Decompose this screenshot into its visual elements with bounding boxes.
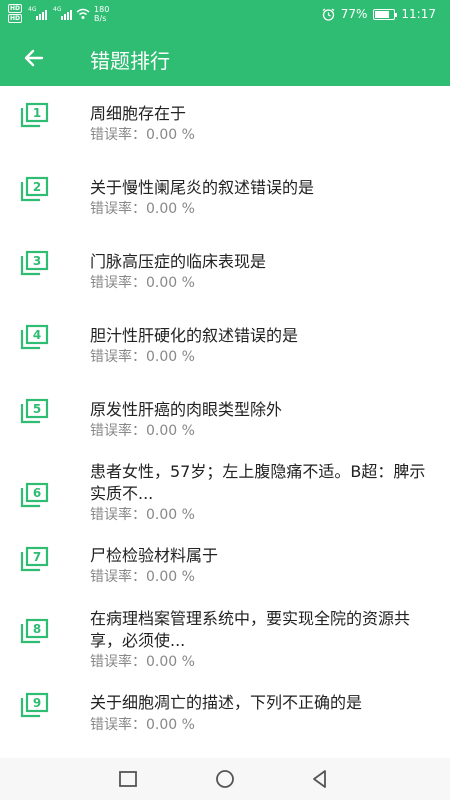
question-title: 胆汁性肝硬化的叙述错误的是 <box>90 326 299 345</box>
list-item[interactable]: 9 关于细胞凋亡的描述，下列不正确的是 错误率：0.00 % <box>0 686 450 746</box>
error-rate: 错误率：0.00 % <box>90 275 195 291</box>
network-type-2: 4G <box>53 5 62 13</box>
error-rate: 错误率：0.00 % <box>90 201 195 217</box>
number-badge-icon: 2 <box>20 176 49 202</box>
question-title: 尸检检验材料属于 <box>90 546 219 565</box>
signal-icon-2: 4G <box>53 6 73 20</box>
speed-unit: B/s <box>94 13 107 23</box>
list-item[interactable]: 3 门脉高压症的临床表现是 错误率：0.00 % <box>0 234 450 308</box>
clock: 11:17 <box>401 7 436 21</box>
item-number: 8 <box>33 622 41 636</box>
number-badge-icon: 5 <box>20 398 49 424</box>
home-icon[interactable] <box>213 768 237 790</box>
item-number: 5 <box>33 402 41 416</box>
error-rate: 错误率：0.00 % <box>90 423 195 439</box>
question-title: 周细胞存在于 <box>90 104 187 123</box>
question-title: 在病理档案管理系统中，要实现全院的资源共享，必须使... <box>90 609 411 650</box>
list-item[interactable]: 1 周细胞存在于 错误率：0.00 % <box>0 86 450 160</box>
item-number: 2 <box>33 180 41 194</box>
number-badge-icon: 1 <box>20 102 49 128</box>
battery-level <box>375 10 390 18</box>
number-badge-icon: 3 <box>20 250 49 276</box>
item-number: 1 <box>33 106 41 120</box>
list-item[interactable]: 7 尸检检验材料属于 错误率：0.00 % <box>0 540 450 602</box>
status-bar: HD HD 4G 4G 180 B/s 77% 11:17 <box>0 0 450 30</box>
question-title: 门脉高压症的临床表现是 <box>90 252 267 271</box>
list-item[interactable]: 6 患者女性，57岁；左上腹隐痛不适。B超：脾示实质不... 错误率：0.00 … <box>0 456 450 540</box>
app-bar: 错题排行 <box>0 30 450 86</box>
recent-apps-icon[interactable] <box>116 768 140 790</box>
hd-indicators: HD HD <box>8 4 23 23</box>
page-title: 错题排行 <box>90 49 170 73</box>
network-type-1: 4G <box>28 5 37 13</box>
list-item[interactable]: 5 原发性肝癌的肉眼类型除外 错误率：0.00 % <box>0 382 450 456</box>
number-badge-icon: 6 <box>20 482 49 508</box>
list-item[interactable]: 4 胆汁性肝硬化的叙述错误的是 错误率：0.00 % <box>0 308 450 382</box>
number-badge-icon: 4 <box>20 324 49 350</box>
question-title: 患者女性，57岁；左上腹隐痛不适。B超：脾示实质不... <box>90 462 426 503</box>
item-number: 9 <box>33 696 41 710</box>
alarm-icon <box>322 8 335 21</box>
error-rate: 错误率：0.00 % <box>90 654 195 670</box>
status-right: 77% 11:17 <box>322 7 436 21</box>
item-number: 7 <box>33 550 41 564</box>
signal-icon: 4G <box>28 6 48 20</box>
question-title: 原发性肝癌的肉眼类型除外 <box>90 400 283 419</box>
error-rate: 错误率：0.00 % <box>90 507 195 523</box>
back-arrow-icon[interactable] <box>20 44 48 72</box>
error-rate: 错误率：0.00 % <box>90 127 195 143</box>
list-item[interactable]: 8 在病理档案管理系统中，要实现全院的资源共享，必须使... 错误率：0.00 … <box>0 602 450 686</box>
network-speed: 180 B/s <box>94 5 109 23</box>
battery-percent: 77% <box>340 7 368 21</box>
hd-badge-1: HD <box>8 4 23 13</box>
question-title: 关于慢性阑尾炎的叙述错误的是 <box>90 178 315 197</box>
speed-value: 180 <box>94 4 110 14</box>
wifi-icon <box>76 8 90 19</box>
item-number: 4 <box>33 328 41 342</box>
status-left: HD HD 4G 4G 180 B/s <box>8 4 109 23</box>
error-rate: 错误率：0.00 % <box>90 349 195 365</box>
error-rate: 错误率：0.00 % <box>90 569 195 585</box>
number-badge-icon: 8 <box>20 618 49 644</box>
question-title: 关于细胞凋亡的描述，下列不正确的是 <box>90 693 363 712</box>
back-icon[interactable] <box>308 768 332 790</box>
number-badge-icon: 7 <box>20 546 49 572</box>
battery-icon <box>373 8 398 20</box>
number-badge-icon: 9 <box>20 692 49 718</box>
item-number: 6 <box>33 486 41 500</box>
error-rate: 错误率：0.00 % <box>90 717 195 733</box>
hd-badge-2: HD <box>8 14 23 23</box>
item-number: 3 <box>33 254 41 268</box>
system-nav-bar <box>0 758 450 800</box>
list-item[interactable]: 2 关于慢性阑尾炎的叙述错误的是 错误率：0.00 % <box>0 160 450 234</box>
